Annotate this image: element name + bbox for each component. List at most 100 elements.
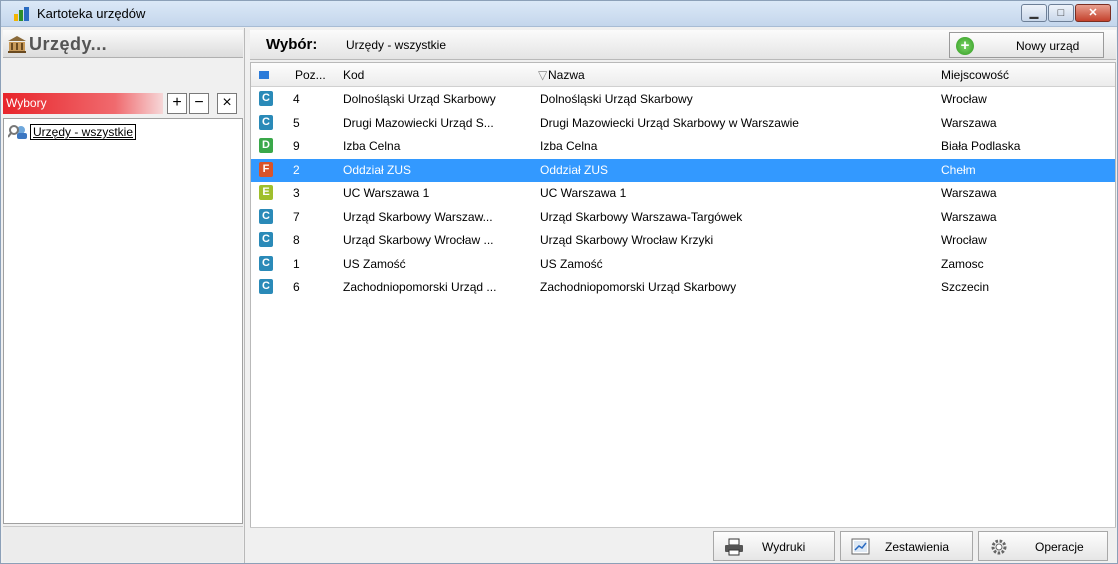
column-chooser-icon[interactable] [259, 71, 269, 79]
right-panel: Wybór: Urzędy - wszystkie + Nowy urząd P… [250, 28, 1117, 563]
table-row[interactable]: E 3 UC Warszawa 1 UC Warszawa 1 Warszawa [251, 182, 1115, 206]
chart-icon [851, 538, 870, 555]
table-row[interactable]: C 1 US Zamość US Zamość Zamosc [251, 253, 1115, 277]
cell-poz: 9 [293, 139, 300, 153]
cell-miejscowosc: Zamosc [941, 256, 984, 271]
column-miejscowosc[interactable]: Miejscowość [941, 68, 1009, 82]
office-type-badge: C [259, 255, 273, 271]
table-row[interactable]: C 7 Urząd Skarbowy Warszaw... Urząd Skar… [251, 206, 1115, 230]
minimize-button[interactable]: ▁ [1021, 4, 1047, 22]
gear-icon [991, 539, 1007, 555]
cell-nazwa: Urząd Skarbowy Wrocław Krzyki [540, 233, 714, 247]
cell-poz: 4 [293, 92, 300, 106]
cell-miejscowosc: Szczecin [941, 280, 990, 294]
maximize-button[interactable]: □ [1048, 4, 1074, 22]
print-button[interactable]: Wydruki [713, 531, 835, 561]
office-type-badge: C [259, 208, 273, 224]
search-people-icon [8, 125, 27, 139]
office-type-badge: C [259, 279, 273, 294]
table-row[interactable]: C 8 Urząd Skarbowy Wrocław ... Urząd Ska… [251, 229, 1115, 253]
bottom-toolbar: Wydruki Zestawienia Operacje [250, 527, 1116, 563]
tree-item-all-offices[interactable]: Urzędy - wszystkie [8, 123, 137, 141]
table-row[interactable]: C 4 Dolnośląski Urząd Skarbowy Dolnośląs… [251, 88, 1115, 112]
print-label: Wydruki [762, 540, 806, 554]
cell-nazwa: Izba Celna [540, 139, 598, 153]
column-kod[interactable]: Kod [343, 68, 364, 82]
cell-nazwa: Drugi Mazowiecki Urząd Skarbowy w Warsza… [540, 115, 799, 130]
app-icon [14, 7, 29, 21]
close-window-button[interactable]: ✕ [1075, 4, 1111, 22]
column-nazwa[interactable]: Nazwa [548, 68, 585, 82]
close-icon: ✕ [1088, 7, 1098, 19]
cell-kod: Drugi Mazowiecki Urząd S... [343, 115, 494, 130]
table-row[interactable]: C 5 Drugi Mazowiecki Urząd S... Drugi Ma… [251, 112, 1115, 136]
add-icon: + [956, 37, 974, 55]
left-panel: Urzędy... Wybory + − × Urzędy - wszystki… [1, 28, 245, 563]
cell-nazwa: Zachodniopomorski Urząd Skarbowy [540, 280, 737, 294]
left-panel-header: Urzędy... [3, 30, 243, 58]
cell-nazwa: Urząd Skarbowy Warszawa-Targówek [540, 209, 743, 224]
add-selection-button[interactable]: + [167, 93, 187, 114]
cell-poz: 3 [293, 186, 300, 200]
office-type-badge: E [259, 185, 273, 200]
office-type-badge: C [259, 114, 273, 130]
table-row[interactable]: C 6 Zachodniopomorski Urząd ... Zachodni… [251, 276, 1115, 300]
cell-miejscowosc: Wrocław [941, 92, 987, 106]
left-panel-title: Urzędy... [29, 34, 108, 54]
remove-selection-button[interactable]: − [189, 93, 209, 114]
cell-miejscowosc: Chełm [941, 162, 976, 177]
cell-kod: Urząd Skarbowy Warszaw... [343, 209, 493, 224]
selection-label: Wybór: [266, 36, 318, 53]
close-selection-button[interactable]: × [217, 93, 237, 114]
new-office-label: Nowy urząd [1016, 39, 1080, 53]
cell-kod: Izba Celna [343, 139, 401, 153]
cell-kod: Zachodniopomorski Urząd ... [343, 280, 497, 294]
cell-poz: 8 [293, 233, 300, 247]
grid-header: Poz... Kod ▽ Nazwa Miejscowość [251, 63, 1115, 87]
cell-kod: US Zamość [343, 256, 406, 271]
cell-kod: Oddział ZUS [343, 162, 412, 177]
sort-desc-icon: ▽ [538, 68, 548, 82]
new-office-button[interactable]: + Nowy urząd [949, 32, 1104, 58]
offices-grid[interactable]: Poz... Kod ▽ Nazwa Miejscowość C 4 Dolno… [250, 62, 1116, 528]
office-type-badge: D [259, 138, 273, 153]
cell-kod: Dolnośląski Urząd Skarbowy [343, 92, 496, 106]
cell-kod: Urząd Skarbowy Wrocław ... [343, 233, 494, 247]
wybory-label: Wybory [3, 93, 163, 114]
cell-poz: 2 [293, 162, 300, 177]
cell-miejscowosc: Warszawa [941, 115, 997, 130]
wybory-toolbar: Wybory + − × [3, 93, 243, 115]
selection-header: Wybór: Urzędy - wszystkie + Nowy urząd [250, 30, 1116, 60]
title-bar[interactable]: Kartoteka urzędów ▁ □ ✕ [1, 1, 1117, 27]
cell-poz: 5 [293, 115, 300, 130]
office-type-badge: C [259, 91, 273, 106]
cell-miejscowosc: Biała Podlaska [941, 139, 1021, 153]
window-controls: ▁ □ ✕ [1020, 4, 1111, 22]
cell-miejscowosc: Warszawa [941, 209, 997, 224]
table-row[interactable]: D 9 Izba Celna Izba Celna Biała Podlaska [251, 135, 1115, 159]
cell-miejscowosc: Wrocław [941, 233, 987, 247]
reports-button[interactable]: Zestawienia [840, 531, 973, 561]
cell-kod: UC Warszawa 1 [343, 186, 430, 200]
operations-button[interactable]: Operacje [978, 531, 1108, 561]
cell-nazwa: UC Warszawa 1 [540, 186, 627, 200]
cell-nazwa: Oddział ZUS [540, 162, 609, 177]
tree-item-label: Urzędy - wszystkie [30, 124, 137, 140]
minimize-icon: ▁ [1029, 7, 1039, 19]
cell-nazwa: US Zamość [540, 256, 603, 271]
table-row[interactable]: F 2 Oddział ZUS Oddział ZUS Chełm [251, 158, 1115, 182]
grid-rows: C 4 Dolnośląski Urząd Skarbowy Dolnośląs… [251, 88, 1115, 300]
selection-tree[interactable]: Urzędy - wszystkie [3, 118, 243, 524]
operations-label: Operacje [1035, 540, 1084, 554]
cell-nazwa: Dolnośląski Urząd Skarbowy [540, 92, 693, 106]
main-window: Kartoteka urzędów ▁ □ ✕ Urzędy... Wybory… [0, 0, 1118, 564]
maximize-icon: □ [1057, 7, 1065, 19]
cell-poz: 1 [293, 256, 300, 271]
window-title: Kartoteka urzędów [37, 6, 146, 21]
cell-miejscowosc: Warszawa [941, 186, 997, 200]
printer-icon [725, 538, 743, 556]
column-poz[interactable]: Poz... [295, 68, 326, 82]
left-panel-footer [3, 526, 243, 562]
office-type-badge: F [259, 161, 273, 177]
selection-value: Urzędy - wszystkie [346, 38, 447, 52]
